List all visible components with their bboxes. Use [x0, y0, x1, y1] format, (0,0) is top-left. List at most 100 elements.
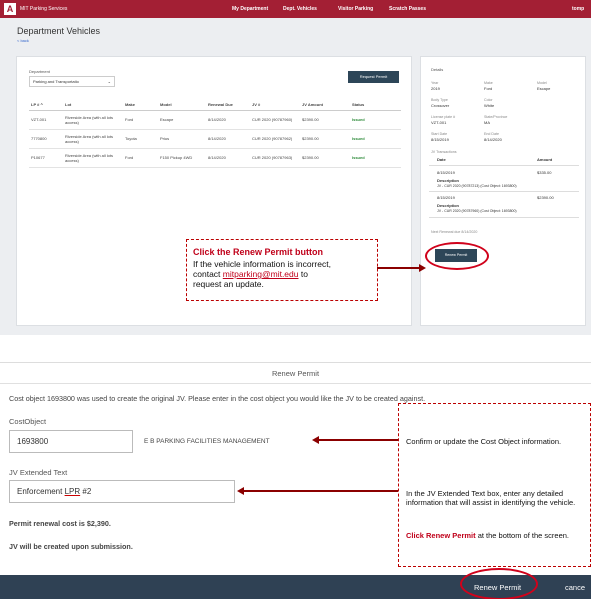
- jv-text-underlined: LPR: [64, 487, 81, 496]
- department-select[interactable]: Parking and Transportatio ⌄: [29, 76, 115, 87]
- state-value: MA: [484, 120, 490, 125]
- cell-lp: P10677: [29, 148, 63, 168]
- request-permit-button[interactable]: Request Permit: [348, 71, 399, 83]
- jv-amount: $335.00: [537, 170, 552, 175]
- modal-title: Renew Permit: [271, 369, 320, 378]
- col-model: Model: [158, 99, 206, 111]
- callout-line3: request an update.: [193, 279, 264, 289]
- body-type-label: Body Type: [431, 98, 448, 102]
- top-navbar: A MIT Parking Services My Department Dep…: [0, 0, 591, 18]
- status-badge: Issued: [350, 148, 401, 168]
- chevron-down-icon: ⌄: [107, 79, 111, 84]
- cell-jv: CUR 2020 (90787960): [250, 110, 300, 130]
- renew-permit-modal: Renew Permit Cost object 1693800 was use…: [0, 362, 591, 599]
- cell-renewal-due: 8/14/2020: [206, 148, 250, 168]
- nav-my-department[interactable]: My Department: [232, 6, 268, 12]
- col-jv: JV #: [250, 99, 300, 111]
- department-vehicles-screen: A MIT Parking Services My Department Dep…: [0, 0, 591, 335]
- highlight-ellipse: [425, 242, 489, 270]
- submission-note: JV will be created upon submission.: [9, 542, 133, 551]
- callout-body: If the vehicle information is incorrect,…: [193, 259, 375, 289]
- model-label: Model: [537, 81, 547, 85]
- jv-desc-label: Description: [437, 203, 460, 208]
- color-label: Color: [484, 98, 493, 102]
- cell-make: Ford: [123, 110, 158, 130]
- callout-title: Click the Renew Permit button: [193, 247, 324, 257]
- divider: [429, 217, 579, 218]
- nav-scratch-passes[interactable]: Scratch Passes: [389, 6, 426, 12]
- cost-object-input[interactable]: 1693800: [9, 430, 133, 453]
- table-header-row: LP # ^ Lot Make Model Renewal Due JV # J…: [29, 99, 401, 111]
- highlight-ellipse: [460, 568, 538, 599]
- arrow-right-icon: [419, 264, 426, 272]
- callout-step-3-rest: at the bottom of the screen.: [475, 531, 569, 540]
- back-link[interactable]: < back: [17, 38, 29, 43]
- jv-extended-text-input[interactable]: Enforcement LPR #2: [9, 480, 235, 503]
- department-select-value: Parking and Transportatio: [33, 79, 79, 84]
- jv-date: 8/15/2019: [437, 195, 455, 200]
- jv-transactions-heading: JV Transactions: [431, 150, 457, 154]
- cost-object-name: E B PARKING FACILITIES MANAGEMENT: [144, 438, 270, 445]
- cancel-link[interactable]: cance: [565, 583, 585, 592]
- cell-make: Toyota: [123, 129, 158, 149]
- renew-instructions-callout: Click the Renew Permit button If the veh…: [186, 239, 378, 301]
- cell-renewal-due: 8/14/2020: [206, 129, 250, 149]
- cell-lp: VZT-001: [29, 110, 63, 130]
- callout-step-3-red: Click Renew Permit: [406, 531, 476, 540]
- jv-desc: JV - CUR 2020 (90787960) (Cost Object: 1…: [437, 209, 517, 213]
- cell-model: F150 Pickup 4WD: [158, 148, 206, 168]
- vehicles-card: Department Parking and Transportatio ⌄ R…: [16, 56, 412, 326]
- callout-line2-pre: contact: [193, 269, 221, 279]
- year-value: 2019: [431, 86, 440, 91]
- col-lp[interactable]: LP # ^: [29, 99, 63, 111]
- jv-text-prefix: Enforcement: [17, 487, 65, 496]
- cell-renewal-due: 8/14/2020: [206, 110, 250, 130]
- col-renewal-due: Renewal Due: [206, 99, 250, 111]
- jv-col-amount: Amount: [537, 157, 553, 162]
- table-row[interactable]: 7770800 Riverside Area (with all lots ac…: [29, 129, 401, 149]
- cell-lot: Riverside Area (with all lots access): [63, 129, 123, 149]
- jv-date: 8/15/2019: [437, 170, 455, 175]
- cell-jv: CUR 2020 (90787962): [250, 129, 300, 149]
- body-type-value: Crossover: [431, 103, 450, 108]
- make-label: Make: [484, 81, 493, 85]
- page-title: Department Vehicles: [17, 26, 101, 36]
- nav-dept-vehicles[interactable]: Dept. Vehicles: [283, 6, 317, 12]
- callout-step-1: Confirm or update the Cost Object inform…: [406, 437, 562, 446]
- start-date-value: 8/15/2019: [431, 137, 449, 142]
- table-row[interactable]: P10677 Riverside Area (with all lots acc…: [29, 148, 401, 168]
- model-value: Escape: [537, 86, 551, 91]
- year-label: Year: [431, 81, 439, 85]
- modal-description: Cost object 1693800 was used to create t…: [9, 394, 426, 403]
- callout-step-2: In the JV Extended Text box, enter any d…: [406, 489, 576, 507]
- end-date-value: 8/14/2020: [484, 137, 502, 142]
- details-panel: Details Year 2019 Make Ford Model Escape…: [420, 56, 586, 326]
- jv-desc: JV - CUR 2020 (90787213) (Cost Object: 1…: [437, 184, 517, 188]
- details-title: Details: [431, 67, 444, 72]
- nav-visitor-parking[interactable]: Visitor Parking: [338, 6, 373, 12]
- plate-label: License plate #: [431, 115, 456, 119]
- arrow-line: [243, 490, 398, 492]
- color-value: White: [484, 103, 495, 108]
- state-label: State/Province: [484, 115, 508, 119]
- col-status: Status: [350, 99, 401, 111]
- jv-desc-label: Description: [437, 178, 460, 183]
- table-row[interactable]: VZT-001 Riverside Area (with all lots ac…: [29, 110, 401, 130]
- renewal-cost-text: Permit renewal cost is $2,390.: [9, 519, 111, 528]
- vehicles-table: LP # ^ Lot Make Model Renewal Due JV # J…: [29, 99, 401, 168]
- nav-user[interactable]: tomp: [572, 6, 584, 12]
- start-date-label: Start Date: [431, 132, 448, 136]
- jv-amount: $2390.00: [537, 195, 554, 200]
- email-link[interactable]: mitparking@mit.edu: [223, 269, 299, 279]
- divider: [0, 383, 591, 384]
- end-date-label: End Date: [484, 132, 499, 136]
- callout-line2-post: to: [300, 269, 308, 279]
- arrow-line: [377, 267, 421, 269]
- callout-line1: If the vehicle information is incorrect,: [193, 259, 331, 269]
- make-value: Ford: [484, 86, 493, 91]
- next-renewal-text: Next Renewal due 8/14/2020: [431, 230, 478, 234]
- cell-model: Prius: [158, 129, 206, 149]
- cell-lot: Riverside Area (with all lots access): [63, 148, 123, 168]
- brand-name[interactable]: MIT Parking Services: [20, 6, 67, 12]
- screenshot-root: A MIT Parking Services My Department Dep…: [0, 0, 591, 599]
